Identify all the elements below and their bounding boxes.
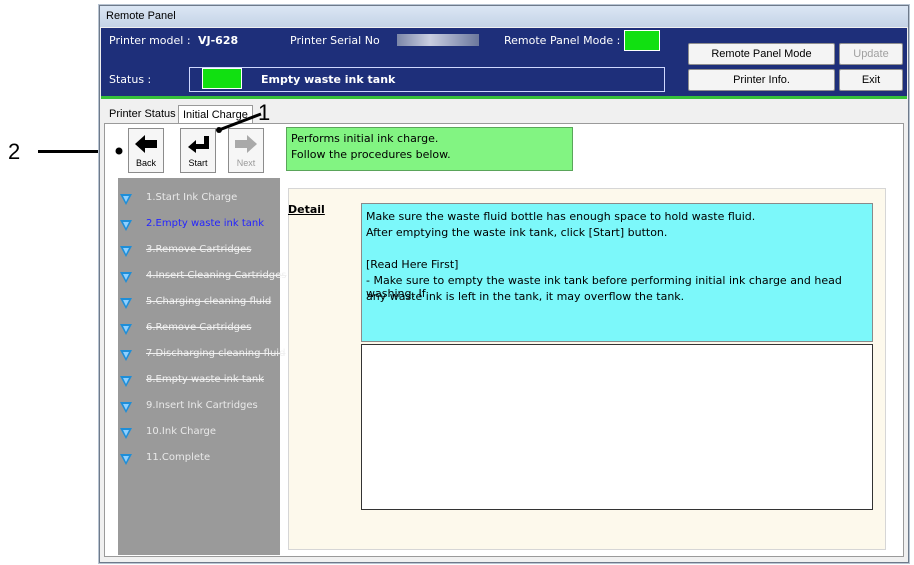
step-item: 11.Complete [118, 449, 280, 469]
enter-arrow-icon [188, 136, 209, 153]
remote-mode-indicator [624, 30, 660, 51]
step-triangle-icon [120, 428, 132, 439]
step-label: 4.Insert Cleaning Cartridges [146, 270, 287, 281]
step-item: 2.Empty waste ink tank [118, 215, 280, 235]
back-label: Back [135, 158, 156, 168]
serial-number-redacted [397, 34, 479, 46]
printer-model-label: Printer model : [109, 34, 191, 47]
next-label: Next [236, 158, 256, 168]
step-label: 11.Complete [146, 452, 211, 463]
step-label: 10.Ink Charge [146, 426, 217, 437]
detail-line: After emptying the waste ink tank, click… [366, 226, 668, 239]
step-item: 4.Insert Cleaning Cartridges [118, 267, 287, 287]
step-label: 2.Empty waste ink tank [146, 218, 264, 229]
start-label: Start [188, 158, 208, 168]
step-triangle-icon [120, 402, 132, 413]
tab-printer-status[interactable]: Printer Status [105, 105, 180, 123]
status-indicator [202, 68, 242, 89]
printer-model-value: VJ-628 [198, 34, 239, 47]
status-label: Status : [109, 73, 152, 86]
exit-button[interactable]: Exit [839, 69, 903, 91]
detail-label: Detail [288, 203, 325, 216]
header-panel: Printer model : VJ-628 Printer Serial No… [101, 28, 907, 96]
serial-label: Printer Serial No [290, 34, 380, 47]
printer-info-button[interactable]: Printer Info. [688, 69, 835, 91]
status-text: Empty waste ink tank [261, 73, 396, 86]
step-label: 6.Remove Cartridges [146, 322, 252, 333]
step-triangle-icon [120, 350, 132, 361]
image-area [361, 344, 873, 510]
instruction-line-1: Performs initial ink charge. [291, 132, 439, 145]
remote-panel-window: Remote Panel Printer model : VJ-628 Prin… [99, 5, 909, 563]
start-button[interactable]: Start [180, 128, 216, 173]
back-arrow-icon [135, 135, 157, 153]
instruction-line-2: Follow the procedures below. [291, 148, 451, 161]
window-title: Remote Panel [106, 10, 176, 22]
step-item: 8.Empty waste ink tank [118, 371, 280, 391]
step-label: 9.Insert Ink Cartridges [146, 400, 258, 411]
instruction-box: Performs initial ink charge. Follow the … [286, 127, 573, 171]
remote-mode-label: Remote Panel Mode : [504, 34, 621, 47]
step-triangle-icon [120, 194, 132, 205]
step-label: 7.Discharging cleaning fluid [146, 348, 286, 359]
detail-line: any waste ink is left in the tank, it ma… [366, 290, 685, 303]
step-label: 5.Charging cleaning fluid [146, 296, 272, 307]
step-item: 1.Start Ink Charge [118, 189, 280, 209]
back-button[interactable]: Back [128, 128, 164, 173]
step-item: 3.Remove Cartridges [118, 241, 280, 261]
step-triangle-icon [120, 220, 132, 231]
step-item: 10.Ink Charge [118, 423, 280, 443]
step-triangle-icon [120, 246, 132, 257]
step-triangle-icon [120, 324, 132, 335]
detail-message-box: Make sure the waste fluid bottle has eno… [361, 203, 873, 342]
step-triangle-icon [120, 298, 132, 309]
step-item: 7.Discharging cleaning fluid [118, 345, 285, 365]
update-button[interactable]: Update [839, 43, 903, 65]
header-divider [101, 96, 907, 99]
step-triangle-icon [120, 272, 132, 283]
step-triangle-icon [120, 376, 132, 387]
callout-1-line [216, 112, 262, 133]
step-item: 6.Remove Cartridges [118, 319, 280, 339]
step-triangle-icon [120, 454, 132, 465]
callout-2: 2 [8, 139, 21, 164]
step-label: 3.Remove Cartridges [146, 244, 252, 255]
detail-line: [Read Here First] [366, 258, 459, 271]
detail-line: Make sure the waste fluid bottle has eno… [366, 210, 756, 223]
step-item: 9.Insert Ink Cartridges [118, 397, 280, 417]
title-bar: Remote Panel [100, 6, 908, 27]
step-label: 1.Start Ink Charge [146, 192, 238, 203]
step-list: 1.Start Ink Charge 2.Empty waste ink tan… [118, 178, 287, 555]
next-arrow-icon [235, 135, 257, 153]
step-item: 5.Charging cleaning fluid [118, 293, 280, 313]
step-label: 8.Empty waste ink tank [146, 374, 264, 385]
callout-2-dot [115, 147, 123, 155]
remote-panel-mode-button[interactable]: Remote Panel Mode [688, 43, 835, 65]
